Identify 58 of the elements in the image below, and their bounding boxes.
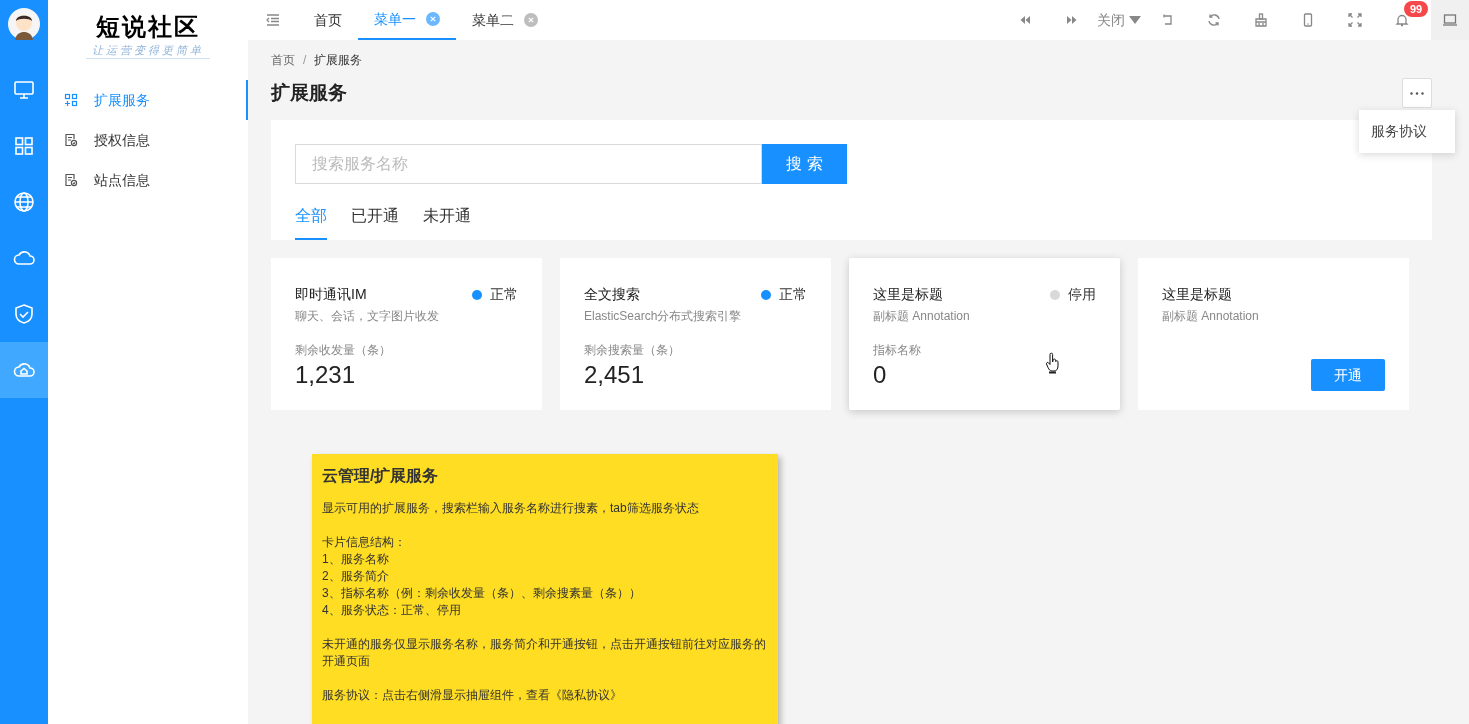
metric-label: 剩余收发量（条） [295,342,392,359]
refresh-icon[interactable] [1206,13,1221,27]
status-label: 正常 [779,285,807,304]
avatar[interactable] [8,8,40,40]
filter-tab[interactable]: 已开通 [351,200,399,240]
sidebar-item[interactable]: 授权信息 [48,120,248,160]
fast-forward-icon[interactable] [1064,13,1079,27]
monitor-icon [13,79,35,101]
breadcrumb-separator: / [303,52,307,69]
breadcrumb-link[interactable]: 扩展服务 [314,51,363,69]
card-subtitle: ElasticSearch分布式搜索引擎 [584,308,743,325]
breadcrumb-link[interactable]: 首页 [271,51,295,69]
search-field[interactable]: 搜索服务名称 [295,144,762,184]
menu-collapse-icon[interactable] [266,14,280,26]
status-label: 正常 [490,285,518,304]
card-subtitle: 副标题 Annotation [873,308,971,325]
filter-tab[interactable]: 未开通 [423,200,471,240]
more-icon [1410,91,1424,95]
broom-icon[interactable] [1253,13,1268,27]
sidebar-item[interactable]: 站点信息 [48,160,248,200]
card-subtitle: 副标题 Annotation [1162,308,1260,325]
laptop-icon[interactable] [1442,13,1458,27]
metric-label: 剩余搜索量（条） [584,342,681,359]
caret-icon [1129,16,1141,24]
logo-title: 短说社区 [96,12,200,42]
tab[interactable]: 菜单二 [472,9,514,31]
close-icon[interactable] [524,13,538,27]
grid-icon [13,135,35,157]
status-label: 停用 [1068,285,1096,304]
hand-cursor-icon [1045,352,1061,374]
card-title: 这里是标题 [873,285,943,304]
note-title: 云管理/扩展服务 [322,466,440,486]
notification-badge: 99 [1404,1,1429,17]
metric-label: 指标名称 [873,342,922,359]
document-check-icon [64,133,78,147]
card-title: 即时通讯IM [295,285,367,304]
apps-icon [64,93,78,107]
close-dropdown[interactable]: 关闭 [1095,9,1143,31]
globe-icon [13,191,35,213]
tab[interactable]: 首页 [314,9,342,31]
card-title: 全文搜索 [584,285,640,304]
card-title: 这里是标题 [1162,285,1232,304]
menu-item[interactable]: 服务协议 [1359,116,1455,147]
note-paragraph: 卡片信息结构： 1、服务名称 2、服务简介 3、指标名称（例：剩余收发量（条）、剩余搜素量（条）） 4、服务状态：正常、停用 [322,534,642,619]
note-paragraph: 显示可用的扩展服务，搜索栏输入服务名称进行搜素，tab筛选服务状态 [322,500,700,517]
note-paragraph: 未开通的服务仅显示服务名称，服务简介和开通按钮，点击开通按钮前往对应服务的开通页面 [322,636,767,670]
metric-value: 2,451 [584,360,645,390]
close-icon[interactable] [426,12,440,26]
note-paragraph: 服务协议：点击右侧滑显示抽屉组件，查看《隐私协议》 [322,687,623,704]
shield-check-icon [13,303,35,325]
page-title: 扩展服务 [271,80,347,105]
document-check-icon [64,173,78,187]
fullscreen-icon[interactable] [1347,13,1362,27]
metric-value: 0 [873,360,887,390]
metric-value: 1,231 [295,360,356,390]
logo-slogan: 让运营变得更简单 [86,42,210,59]
bell-icon[interactable] [1394,13,1409,27]
card-subtitle: 聊天、会话，文字图片收发 [295,308,440,325]
